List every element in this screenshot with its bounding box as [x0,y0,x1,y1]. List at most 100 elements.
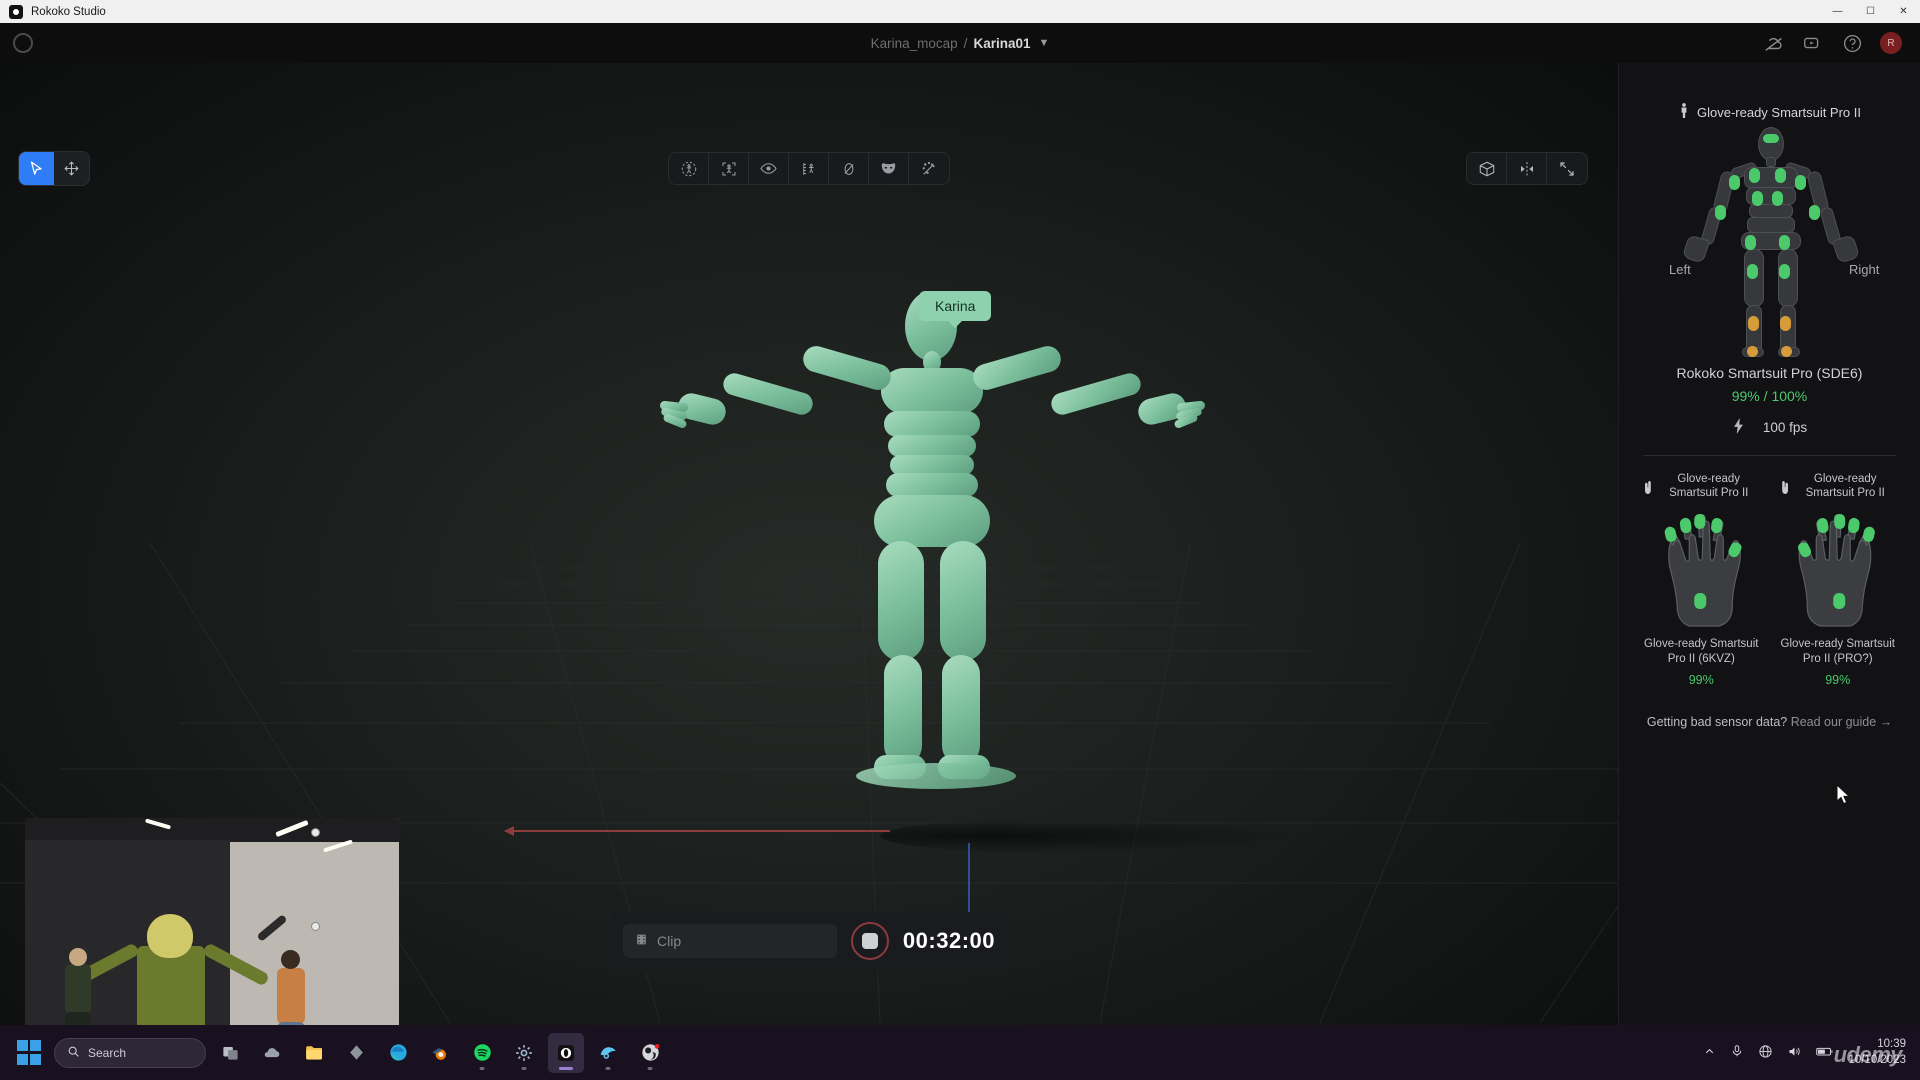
magic-wand-tool[interactable] [909,153,949,184]
video-record-icon[interactable] [1802,32,1824,54]
windows-start-icon[interactable] [12,1033,48,1073]
webcam-bg-person-head [69,948,87,966]
frame-character-tool[interactable] [709,153,749,184]
spotify-icon[interactable] [464,1033,500,1073]
sensor-head [1763,134,1779,143]
guide-question-text: Getting bad sensor data? [1646,714,1788,729]
film-strip-icon [635,933,648,949]
sensor-shin-right [1780,316,1791,331]
visibility-tool[interactable] [749,153,789,184]
app-header: Karina_mocap / Karina01 ▼ R [0,23,1920,63]
select-tool[interactable] [19,152,54,185]
glove-right-header: Glove-ready Smartsuit Pro II [1770,472,1907,501]
network-icon[interactable] [1758,1044,1773,1062]
file-explorer-icon[interactable] [296,1033,332,1073]
sensor-shoulder-right [1775,168,1786,183]
os-title-left: Rokoko Studio [0,4,106,19]
breadcrumb-current[interactable]: Karina01 [973,36,1030,51]
glove-right-percent: 99% [1825,672,1851,687]
obs-studio-icon[interactable] [632,1033,668,1073]
volume-icon[interactable] [1787,1044,1802,1062]
sensor-hip-left [1745,235,1756,250]
cloud-off-icon[interactable] [1763,32,1785,54]
measure-tool[interactable] [789,153,829,184]
task-view-icon[interactable] [212,1033,248,1073]
glove-left-percent: 99% [1688,672,1714,687]
device-panel: Glove-ready Smartsuit Pro II Left Right … [1618,63,1920,1025]
battery-icon[interactable] [1816,1045,1834,1061]
breadcrumb-parent[interactable]: Karina_mocap [871,36,958,51]
glove-right-diagram [1770,509,1907,629]
webcam-bg-person [65,964,91,1014]
taskbar-apps: Search [12,1032,668,1073]
glove-left[interactable]: Glove-ready Smartsuit Pro II Glove-ready… [1633,472,1770,687]
steam-icon[interactable] [590,1033,626,1073]
webcam-preview[interactable] [25,818,399,1025]
webcam-bg-person-legs [65,1012,91,1025]
search-icon [67,1045,80,1061]
chevron-down-icon[interactable]: ▼ [1038,37,1049,49]
clip-record-bar: Clip 00:32:00 [609,912,1009,970]
blender-icon[interactable] [422,1033,458,1073]
timecode-display: 00:32:00 [902,928,995,953]
header-actions: R [1763,32,1920,54]
windows-taskbar: Search 10:39 10/10/2023 udemy [0,1025,1920,1080]
glove-right[interactable]: Glove-ready Smartsuit Pro II Glove-ready… [1770,472,1907,687]
sensor-foot-right [1781,346,1792,357]
sensor-upperarm-left [1729,175,1740,190]
mask-tool[interactable] [869,153,909,184]
help-circle-icon[interactable] [1841,32,1863,54]
device-status-percentages: 99% / 100% [1633,388,1906,404]
3d-viewport[interactable]: Karina Clip 00:32:00 [0,63,1618,1025]
mouse-cursor [1836,783,1852,811]
udemy-watermark: udemy [1833,1042,1903,1067]
rokoko-circle-icon[interactable] [13,33,33,53]
show-hidden-icons-chevron[interactable] [1703,1045,1716,1061]
character-tool[interactable] [669,153,709,184]
sensor-foot-left [1747,346,1758,357]
webcam-ceiling [25,818,399,842]
sensor-forearm-left [1715,205,1726,220]
rokoko-logo-icon [9,4,23,19]
webcam-dot-marker [311,828,320,837]
mirror-view-button[interactable] [1507,153,1547,184]
minimize-button[interactable]: — [1821,0,1854,23]
axis-x-line [504,826,890,836]
glove-section: Glove-ready Smartsuit Pro II Glove-ready… [1633,472,1906,687]
app-icon[interactable] [338,1033,374,1073]
microphone-icon[interactable] [1730,1044,1744,1061]
battery-percent: 99% [1731,388,1760,404]
weather-icon[interactable] [254,1033,290,1073]
link-tool[interactable] [829,153,869,184]
breadcrumb[interactable]: Karina_mocap / Karina01 ▼ [871,36,1050,51]
sensor-hip-right [1779,235,1790,250]
device-framerate: 100 fps [1633,418,1906,437]
fullscreen-button[interactable] [1547,153,1587,184]
signal-percent: 100% [1771,388,1808,404]
stop-record-button[interactable] [850,922,889,960]
close-button[interactable]: ✕ [1887,0,1920,23]
sensor-upperarm-right [1795,175,1806,190]
clip-name-input[interactable]: Clip [623,924,837,958]
user-avatar[interactable]: R [1880,32,1902,54]
read-guide-link[interactable]: Read our guide → [1791,715,1892,729]
maximize-button[interactable]: ☐ [1854,0,1887,23]
sensor-shoulder-left [1749,168,1760,183]
edge-browser-icon[interactable] [380,1033,416,1073]
glove-left-header-text: Glove-ready Smartsuit Pro II [1669,473,1749,500]
move-tool[interactable] [54,152,89,185]
rokoko-studio-icon[interactable] [548,1032,584,1073]
taskbar-search-input[interactable]: Search [54,1037,206,1068]
suit-sensor-diagram[interactable]: Left Right [1633,125,1906,357]
glove-left-diagram [1633,509,1770,629]
settings-gear-icon[interactable] [506,1033,542,1073]
taskbar-search-placeholder: Search [88,1045,127,1060]
webcam-dot-marker [311,922,320,931]
bad-sensor-guide: Getting bad sensor data? Read our guide … [1633,715,1906,729]
panel-divider [1643,455,1896,456]
left-hand-icon [1643,481,1653,498]
glove-left-header: Glove-ready Smartsuit Pro II [1633,472,1770,501]
character-name-tag[interactable]: Karina [919,291,992,321]
cube-view-button[interactable] [1467,153,1507,184]
character-mannequin[interactable] [659,263,1220,923]
